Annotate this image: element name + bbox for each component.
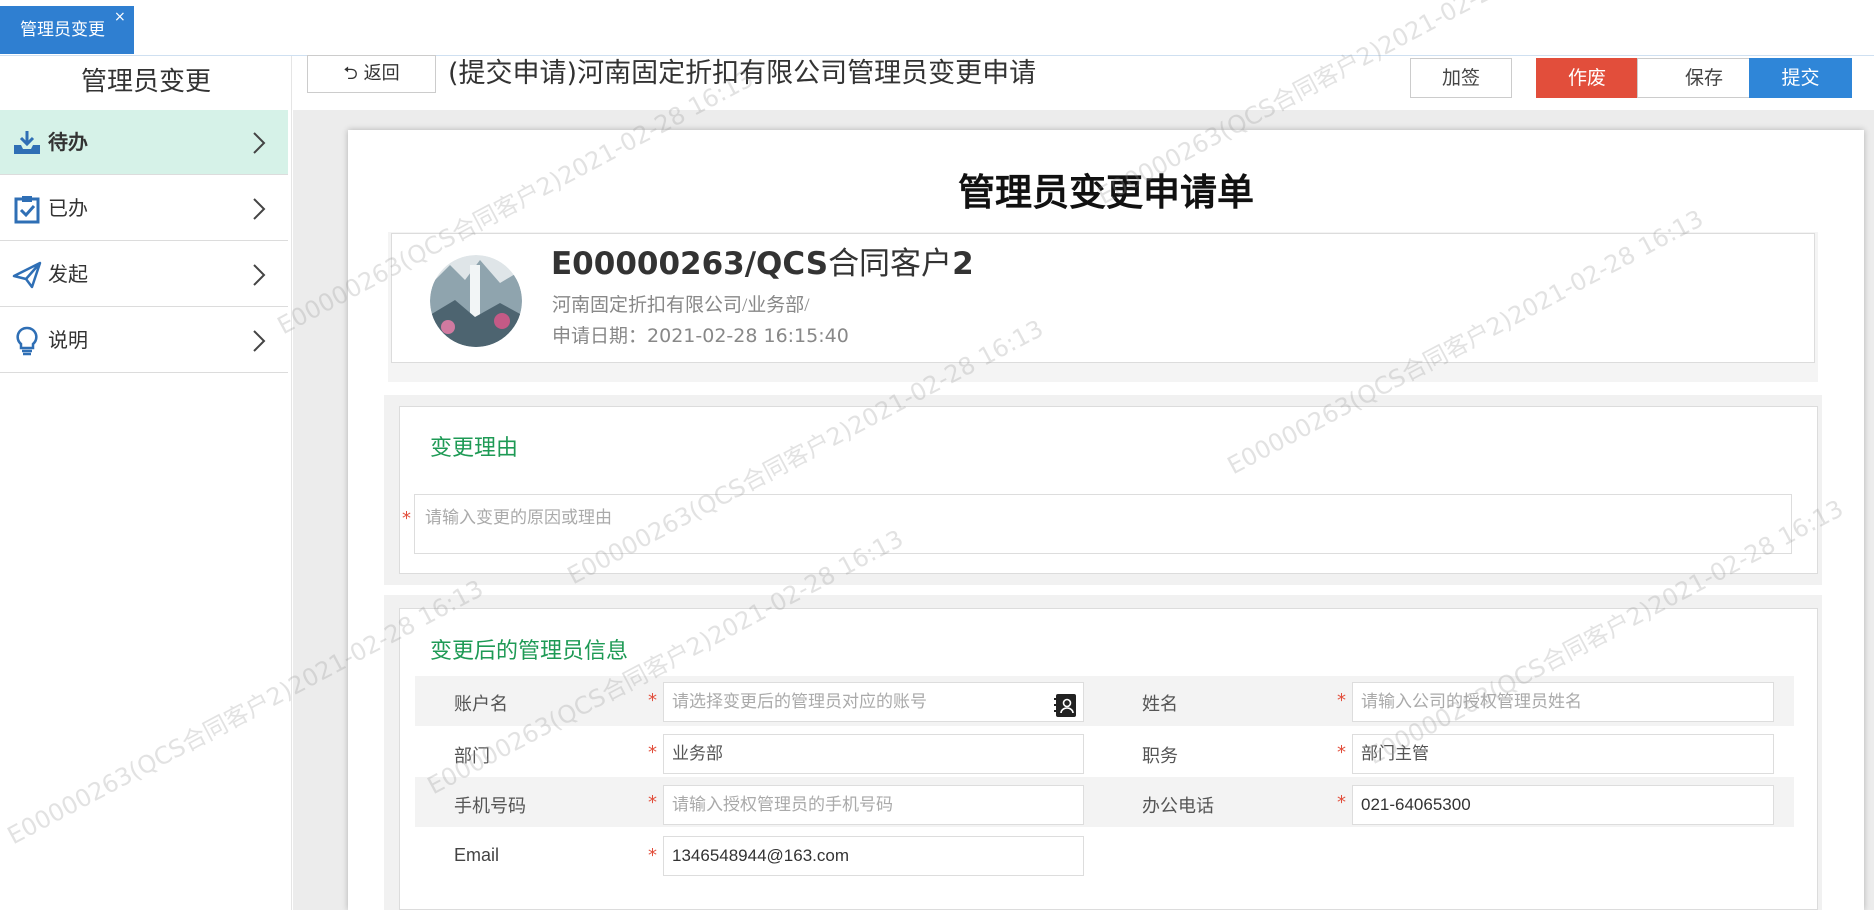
application-date: 申请日期：2021-02-28 16:15:40 xyxy=(552,325,849,347)
tab-bar: 管理员变更 × xyxy=(0,0,1874,56)
applicant-name: E00000263/QCS合同客户2 xyxy=(551,246,974,282)
paper-plane-icon xyxy=(12,261,42,289)
add-signer-button[interactable]: 加签 xyxy=(1410,58,1512,98)
submit-button[interactable]: 提交 xyxy=(1749,58,1852,98)
chevron-right-icon xyxy=(253,132,266,154)
section-title-reason: 变更理由 xyxy=(430,435,519,460)
void-button[interactable]: 作废 xyxy=(1536,58,1638,98)
sidebar-item-todo[interactable]: 待办 xyxy=(0,110,288,175)
tab-label: 管理员变更 xyxy=(20,20,105,40)
required-marker: * xyxy=(402,508,411,529)
page-title: (提交申请)河南固定折扣有限公司管理员变更申请 xyxy=(448,58,1037,89)
sidebar-title: 管理员变更 xyxy=(80,67,211,97)
sidebar-item-label: 发起 xyxy=(48,262,88,286)
department-input[interactable]: 业务部 xyxy=(663,734,1084,774)
sidebar-item-instructions[interactable]: 说明 xyxy=(0,308,288,373)
email-input[interactable]: 1346548944@163.com xyxy=(663,836,1084,876)
name-input[interactable]: 请输入公司的授权管理员姓名 xyxy=(1352,682,1774,722)
form-title: 管理员变更申请单 xyxy=(958,171,1254,214)
required-marker: * xyxy=(1337,792,1346,813)
lightbulb-icon xyxy=(16,326,38,356)
inbox-download-icon xyxy=(14,131,40,154)
chevron-right-icon xyxy=(253,198,266,220)
applicant-org: 河南固定折扣有限公司/业务部/ xyxy=(552,295,810,316)
sidebar-item-initiate[interactable]: 发起 xyxy=(0,242,288,307)
office-phone-input[interactable]: 021-64065300 xyxy=(1352,785,1774,825)
back-button[interactable]: ⮌ 返回 xyxy=(307,55,436,93)
mobile-label: 手机号码 xyxy=(454,796,526,816)
required-marker: * xyxy=(1337,742,1346,763)
chevron-right-icon xyxy=(253,330,266,352)
contact-book-icon[interactable] xyxy=(1053,693,1078,718)
back-label: 返回 xyxy=(363,63,400,84)
required-marker: * xyxy=(648,742,657,763)
required-marker: * xyxy=(648,792,657,813)
sidebar-item-label: 已办 xyxy=(48,196,88,220)
name-label: 姓名 xyxy=(1142,694,1178,714)
avatar xyxy=(430,255,522,347)
department-label: 部门 xyxy=(454,746,490,766)
return-arrow-icon: ⮌ xyxy=(343,63,358,84)
sidebar-item-label: 说明 xyxy=(48,328,88,352)
section-title-admin-info: 变更后的管理员信息 xyxy=(430,638,629,663)
reason-input[interactable]: 请输入变更的原因或理由 xyxy=(414,494,1792,554)
account-label: 账户名 xyxy=(454,694,508,714)
close-icon[interactable]: × xyxy=(114,10,126,24)
required-marker: * xyxy=(648,690,657,711)
sidebar-item-done[interactable]: 已办 xyxy=(0,176,288,241)
email-label: Email xyxy=(454,845,500,865)
office-phone-label: 办公电话 xyxy=(1142,796,1214,816)
sidebar-item-label: 待办 xyxy=(48,130,88,154)
clipboard-check-icon xyxy=(14,196,40,224)
required-marker: * xyxy=(648,845,657,866)
sidebar: 管理员变更 待办 已办 发起 说明 xyxy=(0,56,292,910)
position-label: 职务 xyxy=(1142,746,1178,766)
chevron-right-icon xyxy=(253,264,266,286)
mobile-input[interactable]: 请输入授权管理员的手机号码 xyxy=(663,785,1084,825)
required-marker: * xyxy=(1337,690,1346,711)
account-select[interactable]: 请选择变更后的管理员对应的账号 xyxy=(663,682,1084,722)
position-input[interactable]: 部门主管 xyxy=(1352,734,1774,774)
